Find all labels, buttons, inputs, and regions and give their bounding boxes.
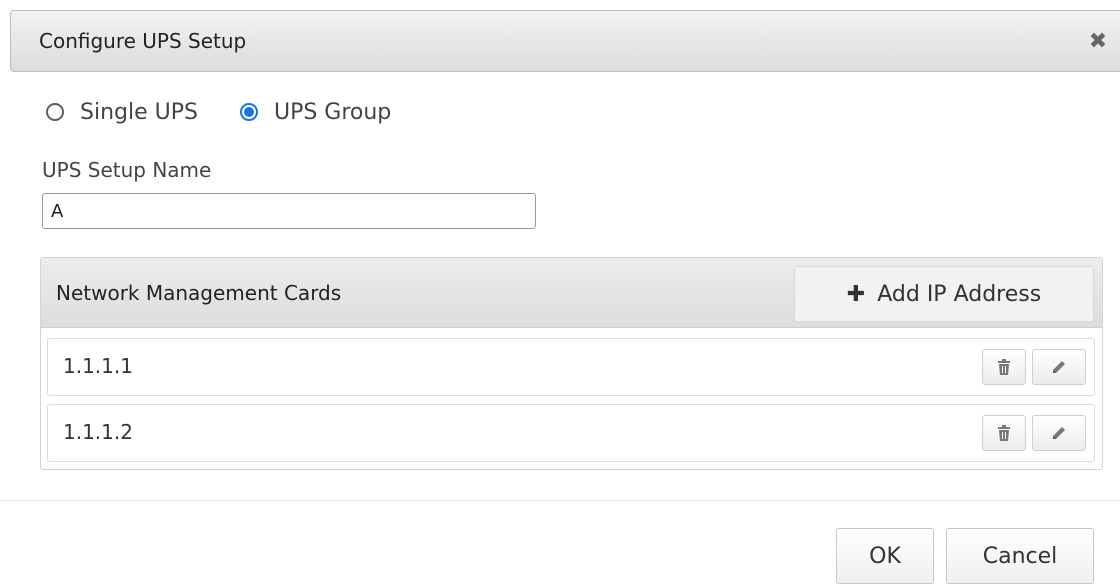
trash-icon — [998, 359, 1010, 375]
pencil-icon — [1053, 427, 1065, 439]
radio-button-icon[interactable] — [46, 103, 64, 121]
cancel-button[interactable]: Cancel — [946, 528, 1094, 584]
add-ip-address-button[interactable]: ✚ Add IP Address — [794, 266, 1094, 322]
delete-button[interactable] — [982, 349, 1026, 385]
delete-button[interactable] — [982, 415, 1026, 451]
close-icon[interactable]: ✖ — [1085, 29, 1111, 55]
radio-ups-group-label: UPS Group — [273, 99, 392, 125]
panel-title: Network Management Cards — [56, 281, 342, 305]
panel-header: Network Management Cards ✚ Add IP Addres… — [41, 258, 1102, 328]
dialog-title: Configure UPS Setup — [39, 29, 247, 53]
ok-button[interactable]: OK — [836, 528, 934, 584]
network-management-cards-panel: Network Management Cards ✚ Add IP Addres… — [40, 257, 1103, 470]
radio-button-selected-icon[interactable] — [239, 103, 258, 121]
ups-setup-name-input[interactable] — [42, 193, 536, 229]
nmc-ip-address: 1.1.1.1 — [63, 354, 133, 378]
radio-single-ups[interactable]: Single UPS — [46, 100, 198, 125]
nmc-row: 1.1.1.1 — [47, 338, 1095, 396]
configure-ups-dialog: Configure UPS Setup ✖ Single UPS UPS Gro… — [0, 0, 1120, 584]
pencil-icon — [1053, 361, 1065, 373]
plus-icon: ✚ — [846, 281, 866, 307]
ups-setup-name-label: UPS Setup Name — [42, 158, 212, 182]
nmc-row: 1.1.1.2 — [47, 404, 1095, 462]
dialog-titlebar: Configure UPS Setup ✖ — [10, 10, 1120, 72]
setup-type-radio-group: Single UPS UPS Group — [46, 96, 433, 128]
edit-button[interactable] — [1032, 415, 1086, 451]
add-ip-address-label: Add IP Address — [877, 281, 1042, 307]
nmc-ip-address: 1.1.1.2 — [63, 420, 133, 444]
trash-icon — [998, 425, 1010, 441]
footer-divider — [0, 500, 1120, 501]
edit-button[interactable] — [1032, 349, 1086, 385]
radio-ups-group[interactable]: UPS Group — [239, 99, 392, 125]
radio-single-ups-label: Single UPS — [80, 99, 198, 125]
